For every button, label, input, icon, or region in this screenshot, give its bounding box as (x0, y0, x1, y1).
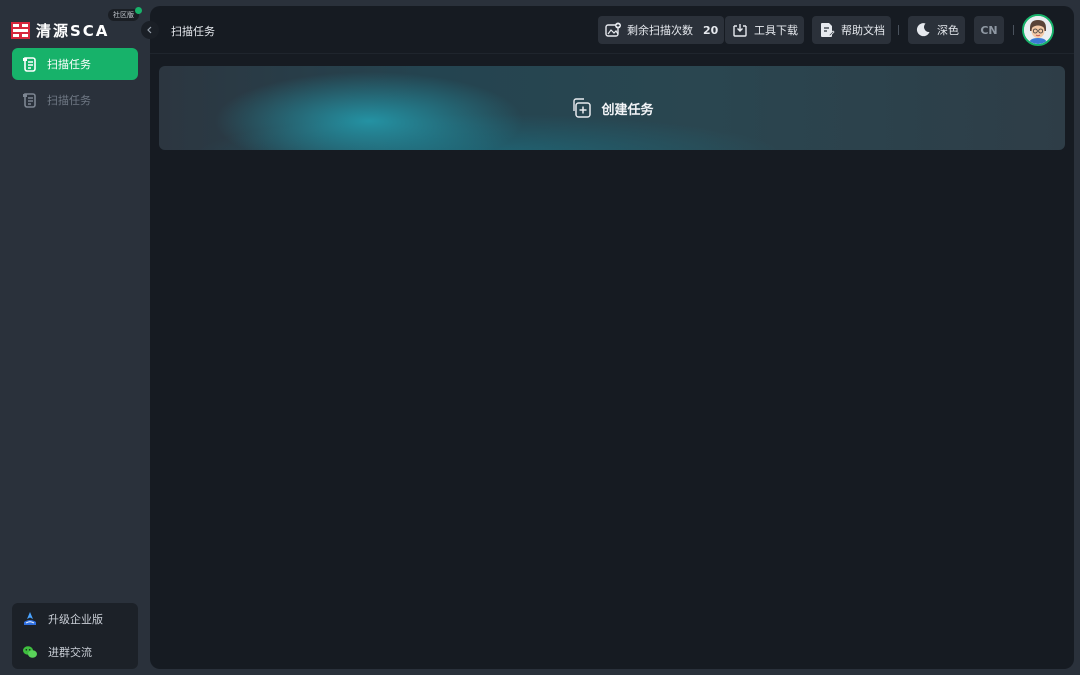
scroll-icon (23, 93, 36, 108)
create-task-banner[interactable]: 创建任务 (159, 66, 1065, 150)
language-button[interactable]: CN (974, 16, 1004, 44)
help-docs-label: 帮助文档 (841, 24, 885, 37)
sidebar-item-scan-tasks[interactable]: 扫描任务 (12, 48, 138, 80)
sidebar-item-label: 扫描任务 (47, 94, 91, 107)
remaining-scans-button[interactable]: 剩余扫描次数 20 (598, 16, 725, 44)
sidebar-bottom-card: 升级企业版 进群交流 (12, 603, 138, 669)
help-docs-button[interactable]: 帮助文档 (812, 16, 891, 44)
add-task-icon (573, 98, 592, 118)
sidebar-item-scan-tasks-secondary[interactable]: 扫描任务 (12, 84, 138, 116)
app-logo[interactable]: 清源SCA (11, 17, 109, 43)
theme-toggle-button[interactable]: 深色 (908, 16, 965, 44)
collapse-sidebar-button[interactable] (141, 21, 159, 39)
edition-badge-label: 社区版 (113, 11, 134, 19)
tool-download-button[interactable]: 工具下载 (725, 16, 804, 44)
moon-icon (916, 23, 930, 37)
theme-label: 深色 (937, 24, 959, 37)
logo-mark-icon (11, 21, 30, 39)
edition-badge: 社区版 (108, 7, 142, 21)
chevron-left-icon (147, 26, 152, 34)
sidebar-item-label: 扫描任务 (47, 58, 91, 71)
edition-status-dot (135, 7, 142, 14)
header-divider-line (150, 53, 1074, 54)
breadcrumb: 扫描任务 (171, 25, 215, 38)
app-name: 清源SCA (36, 21, 110, 40)
avatar-icon (1024, 16, 1052, 44)
create-task-label: 创建任务 (601, 102, 654, 118)
upgrade-enterprise-button[interactable]: 升级企业版 (22, 609, 103, 629)
join-group-button[interactable]: 进群交流 (22, 642, 92, 662)
document-edit-icon (821, 23, 835, 37)
upgrade-enterprise-label: 升级企业版 (48, 613, 103, 626)
header-divider (898, 25, 899, 35)
wechat-icon (23, 646, 37, 658)
remaining-scans-label: 剩余扫描次数 (627, 24, 693, 37)
tool-download-label: 工具下载 (754, 24, 798, 37)
download-icon (733, 24, 747, 37)
main-panel: 扫描任务 剩余扫描次数 20 工具下载 帮助文档 深色 CN 创建任务 (150, 6, 1074, 669)
user-avatar[interactable] (1022, 14, 1054, 46)
scroll-icon (23, 57, 36, 72)
language-label: CN (980, 23, 998, 37)
enterprise-icon (24, 612, 36, 625)
join-group-label: 进群交流 (48, 646, 92, 659)
remaining-scans-count: 20 (703, 23, 719, 37)
header-divider (1013, 25, 1014, 35)
sidebar: 清源SCA 社区版 扫描任务 扫描任务 升级企业版 进群交流 (0, 0, 150, 675)
image-plus-icon (605, 22, 621, 37)
